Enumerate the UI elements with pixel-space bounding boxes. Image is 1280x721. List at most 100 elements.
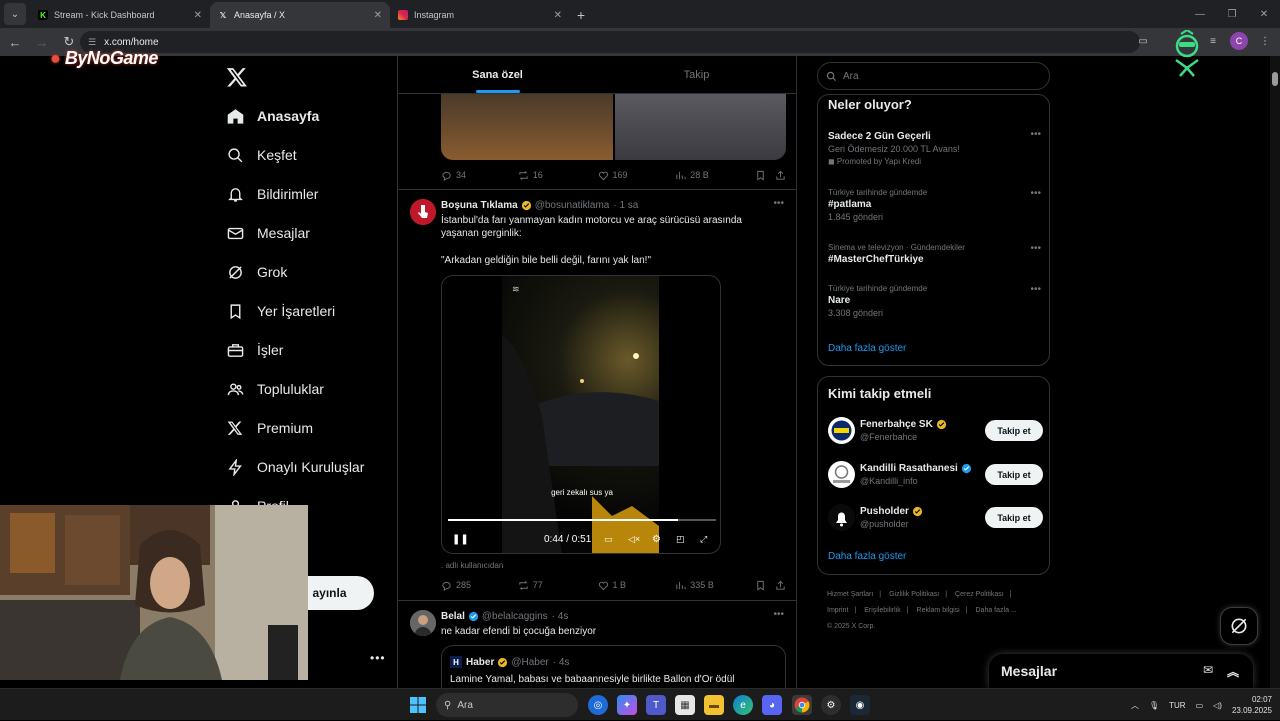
video-source-note[interactable]: . adlı kullanıcıdan xyxy=(441,559,771,572)
trend-item[interactable]: Sadece 2 Gün Geçerli Geri Ödemesiz 20.00… xyxy=(828,129,1043,166)
tab-search-button[interactable]: ⌄ xyxy=(4,3,26,25)
page-scrollbar[interactable] xyxy=(1270,56,1280,688)
taskbar-search-input[interactable]: ⚲ Ara xyxy=(436,693,578,717)
footer-link-more[interactable]: Daha fazla ... xyxy=(976,607,1017,614)
avatar[interactable] xyxy=(410,199,436,225)
post-more-icon[interactable]: ••• xyxy=(773,609,784,620)
views-button[interactable]: 28 B xyxy=(675,170,755,181)
bookmark-button[interactable] xyxy=(755,170,775,181)
reply-button[interactable]: 285 xyxy=(441,580,518,591)
profile-avatar[interactable]: C xyxy=(1230,32,1248,50)
post-time[interactable]: · 4s xyxy=(552,611,569,622)
footer-link-cookies[interactable]: Çerez Politikası xyxy=(955,591,1004,598)
cast-icon[interactable]: ▭ xyxy=(1134,32,1152,50)
back-icon[interactable]: ← xyxy=(3,30,27,54)
copilot-icon[interactable]: ✦ xyxy=(617,695,637,715)
nav-item-jobs[interactable]: İşler xyxy=(226,335,283,365)
video-progress-bar[interactable] xyxy=(448,519,716,521)
like-button[interactable]: 1 B xyxy=(598,580,676,591)
follow-suggestion[interactable]: Fenerbahçe SK @Fenerbahce Takip et xyxy=(828,417,1043,447)
fullscreen-icon[interactable]: ⤢ xyxy=(700,534,707,545)
repost-button[interactable]: 16 xyxy=(518,170,598,181)
settings-icon[interactable]: ⚙ xyxy=(652,534,661,545)
x-logo-icon[interactable] xyxy=(226,66,248,88)
footer-link-accessibility[interactable]: Erişilebilirlik xyxy=(864,607,901,614)
nav-item-explore[interactable]: Keşfet xyxy=(226,140,297,170)
steam-icon[interactable]: ◉ xyxy=(850,695,870,715)
volume-muted-icon[interactable]: ◁× xyxy=(628,534,640,545)
account-menu-icon[interactable]: ••• xyxy=(370,651,386,665)
footer-link-ads-info[interactable]: Reklam bilgisi xyxy=(917,607,960,614)
follow-button[interactable]: Takip et xyxy=(985,420,1043,441)
tab-following[interactable]: Takip xyxy=(597,56,796,93)
chevron-up-icon[interactable]: ︿ xyxy=(1131,700,1139,711)
who-to-follow-show-more-link[interactable]: Daha fazla göster xyxy=(828,551,906,562)
messages-drawer[interactable]: Mesajlar ✉ ︽ xyxy=(989,654,1253,688)
trends-show-more-link[interactable]: Daha fazla göster xyxy=(828,343,906,354)
trend-item[interactable]: Sinema ve televizyon · Gündemdekiler #Ma… xyxy=(828,243,1043,265)
close-icon[interactable]: ✕ xyxy=(194,10,202,21)
search-input[interactable]: Ara xyxy=(817,62,1050,90)
quoted-post[interactable]: H Haber @Haber · 4s Lamine Yamal, babası… xyxy=(441,645,786,688)
footer-link-privacy[interactable]: Gizlilik Politikası xyxy=(889,591,939,598)
nav-item-verified-orgs[interactable]: Onaylı Kuruluşlar xyxy=(226,452,364,482)
chrome-icon[interactable] xyxy=(792,695,812,715)
close-icon[interactable]: ✕ xyxy=(374,10,382,21)
avatar[interactable] xyxy=(828,461,855,488)
media-image[interactable] xyxy=(614,94,786,160)
media-image[interactable] xyxy=(441,94,613,160)
footer-link-terms[interactable]: Hizmet Şartları xyxy=(827,591,873,598)
follow-suggestion[interactable]: Kandilli Rasathanesi @Kandilli_info Taki… xyxy=(828,461,1043,491)
close-window-icon[interactable]: ✕ xyxy=(1248,0,1280,28)
menu-icon[interactable]: ⋮ xyxy=(1256,32,1274,50)
share-button[interactable] xyxy=(775,170,786,181)
browser-tab-instagram[interactable]: Instagram ✕ xyxy=(390,2,570,28)
author-name[interactable]: Boşuna Tıklama xyxy=(441,200,518,211)
openai-icon[interactable]: ⚙ xyxy=(821,695,841,715)
follow-button[interactable]: Takip et xyxy=(985,464,1043,485)
avatar[interactable] xyxy=(410,610,436,636)
post-more-icon[interactable]: ••• xyxy=(773,198,784,209)
nav-item-home[interactable]: Anasayfa xyxy=(226,101,319,131)
author-handle[interactable]: @bosunatiklama xyxy=(535,200,610,211)
nav-item-communities[interactable]: Topluluklar xyxy=(226,374,324,404)
trend-more-icon[interactable]: ••• xyxy=(1030,284,1041,295)
language-indicator[interactable]: TUR xyxy=(1169,701,1185,710)
browser-tab-kick[interactable]: K Stream - Kick Dashboard ✕ xyxy=(30,2,210,28)
pip-icon[interactable]: ◰ xyxy=(676,534,685,545)
nav-item-messages[interactable]: Mesajlar xyxy=(226,218,310,248)
task-view-icon[interactable]: ◎ xyxy=(588,695,608,715)
nav-item-notifications[interactable]: Bildirimler xyxy=(226,179,318,209)
microphone-icon[interactable]: 🎙 xyxy=(1149,701,1159,710)
nav-item-bookmarks[interactable]: Yer İşaretleri xyxy=(226,296,335,326)
author-name[interactable]: Belal xyxy=(441,611,465,622)
video-frame[interactable] xyxy=(502,276,659,553)
share-button[interactable] xyxy=(775,580,786,591)
clock[interactable]: 02:07 23.09.2025 xyxy=(1232,694,1272,716)
author-handle[interactable]: @belalcaggins xyxy=(482,611,548,622)
volume-icon[interactable]: ◁) xyxy=(1213,701,1222,710)
file-explorer-icon[interactable]: ▬ xyxy=(704,695,724,715)
minimize-icon[interactable]: — xyxy=(1184,0,1216,28)
trend-more-icon[interactable]: ••• xyxy=(1030,188,1041,199)
browser-tab-x[interactable]: 𝕏 Anasayfa / X ✕ xyxy=(210,2,390,28)
pause-icon[interactable]: ❚❚ xyxy=(452,534,469,545)
scrollbar-thumb[interactable] xyxy=(1272,72,1278,86)
new-tab-button[interactable]: + xyxy=(570,4,592,26)
trend-item[interactable]: Türkiye tarihinde gündemde Nare 3.308 gö… xyxy=(828,284,1043,318)
trend-more-icon[interactable]: ••• xyxy=(1030,129,1041,140)
tab-for-you[interactable]: Sana özel xyxy=(398,56,597,93)
edge-icon[interactable]: e xyxy=(733,695,753,715)
maximize-icon[interactable]: ❐ xyxy=(1216,0,1248,28)
post-time[interactable]: · 1 sa xyxy=(613,200,638,211)
bookmark-button[interactable] xyxy=(755,580,775,591)
windows-start-icon[interactable] xyxy=(410,697,426,713)
like-button[interactable]: 169 xyxy=(598,170,676,181)
follow-button[interactable]: Takip et xyxy=(985,507,1043,528)
footer-link-imprint[interactable]: Imprint xyxy=(827,607,848,614)
teams-icon[interactable]: T xyxy=(646,695,666,715)
views-button[interactable]: 335 B xyxy=(675,580,755,591)
previous-post-media[interactable] xyxy=(441,94,786,160)
follow-suggestion[interactable]: Pusholder @pusholder Takip et xyxy=(828,504,1043,534)
network-icon[interactable]: ▭ xyxy=(1196,701,1204,710)
